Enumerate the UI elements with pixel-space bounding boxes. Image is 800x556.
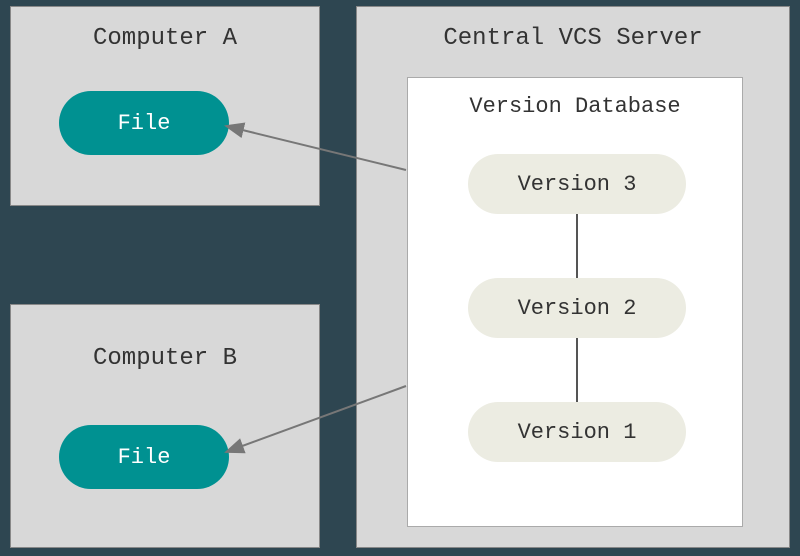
version-1-pill: Version 1 xyxy=(468,402,686,462)
file-a-label: File xyxy=(118,111,171,136)
version-1-label: Version 1 xyxy=(518,420,637,445)
connector-v3-v2 xyxy=(576,214,578,278)
computer-b-title: Computer B xyxy=(11,345,319,372)
version-database-title: Version Database xyxy=(408,94,742,119)
connector-v2-v1 xyxy=(576,338,578,402)
computer-b-box: Computer B File xyxy=(10,304,320,548)
server-box: Central VCS Server Version Database Vers… xyxy=(356,6,790,548)
version-3-label: Version 3 xyxy=(518,172,637,197)
version-3-pill: Version 3 xyxy=(468,154,686,214)
computer-a-box: Computer A File xyxy=(10,6,320,206)
file-b-pill: File xyxy=(59,425,229,489)
computer-a-title: Computer A xyxy=(11,25,319,52)
version-2-label: Version 2 xyxy=(518,296,637,321)
file-a-pill: File xyxy=(59,91,229,155)
version-database-box: Version Database Version 3 Version 2 Ver… xyxy=(407,77,743,527)
file-b-label: File xyxy=(118,445,171,470)
server-title: Central VCS Server xyxy=(357,25,789,52)
version-2-pill: Version 2 xyxy=(468,278,686,338)
